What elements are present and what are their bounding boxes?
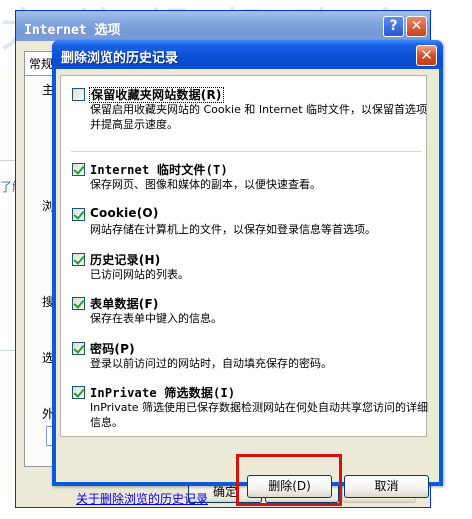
option-description: 保存网页、图像和媒体的副本，以便快速查看。 [90,178,321,191]
dialog-title: 删除浏览的历史记录 [61,51,179,66]
delete-history-dialog: 删除浏览的历史记录 ✕ 保留收藏夹网站数据(R) 保留启用收藏夹网站的 Cook… [52,40,443,506]
option-title: 表单数据(F) [90,297,159,311]
history-checkbox[interactable] [72,253,85,266]
cancel-button[interactable]: 取消 [344,475,429,498]
temp-files-checkbox[interactable] [72,163,85,176]
option-title: InPrivate 筛选数据(I) [90,386,236,400]
option-title: Internet 临时文件(T) [90,163,228,177]
preserve-favorites-checkbox[interactable] [72,88,85,101]
option-description: InPrivate 筛选使用已保存数据检测网站在何处自动共享您访问的详细信息。 [90,401,429,429]
option-title: 保留收藏夹网站数据(R) [89,86,224,103]
option-title: 密码(P) [90,342,135,356]
form-data-checkbox[interactable] [72,297,85,310]
dialog-titlebar[interactable]: 删除浏览的历史记录 ✕ [52,40,443,69]
option-description: 保存在表单中键入的信息。 [90,312,222,325]
parent-window-title: Internet 选项 [24,23,121,38]
cookies-checkbox[interactable] [72,208,85,221]
option-description: 已访问网站的列表。 [90,268,189,281]
parent-close-button[interactable]: ✕ [406,16,427,37]
about-delete-history-link[interactable]: 关于删除浏览的历史记录 [76,490,208,507]
inprivate-filtering-checkbox[interactable] [72,386,85,399]
option-title: 历史记录(H) [90,253,161,267]
dialog-client-area: 保留收藏夹网站数据(R) 保留启用收藏夹网站的 Cookie 和 Interne… [56,69,439,506]
help-button[interactable]: ? [383,16,404,37]
option-title-text: 保留收藏夹网站数据(R) [89,87,224,103]
option-description: 网站存储在计算机上的文件，以保存如登录信息等首选项。 [90,223,376,236]
options-panel: 保留收藏夹网站数据(R) 保留启用收藏夹网站的 Cookie 和 Interne… [60,75,429,437]
option-title: Cookie(O) [90,206,159,220]
option-description: 登录以前访问过的网站时，自动填充保存的密码。 [90,357,332,370]
option-description: 保留启用收藏夹网站的 Cookie 和 Internet 临时文件，以保留首选项… [90,103,427,131]
dialog-close-button[interactable]: ✕ [416,45,437,66]
passwords-checkbox[interactable] [72,342,85,355]
option-separator [71,151,421,152]
delete-button[interactable]: 删除(D) [247,475,332,498]
